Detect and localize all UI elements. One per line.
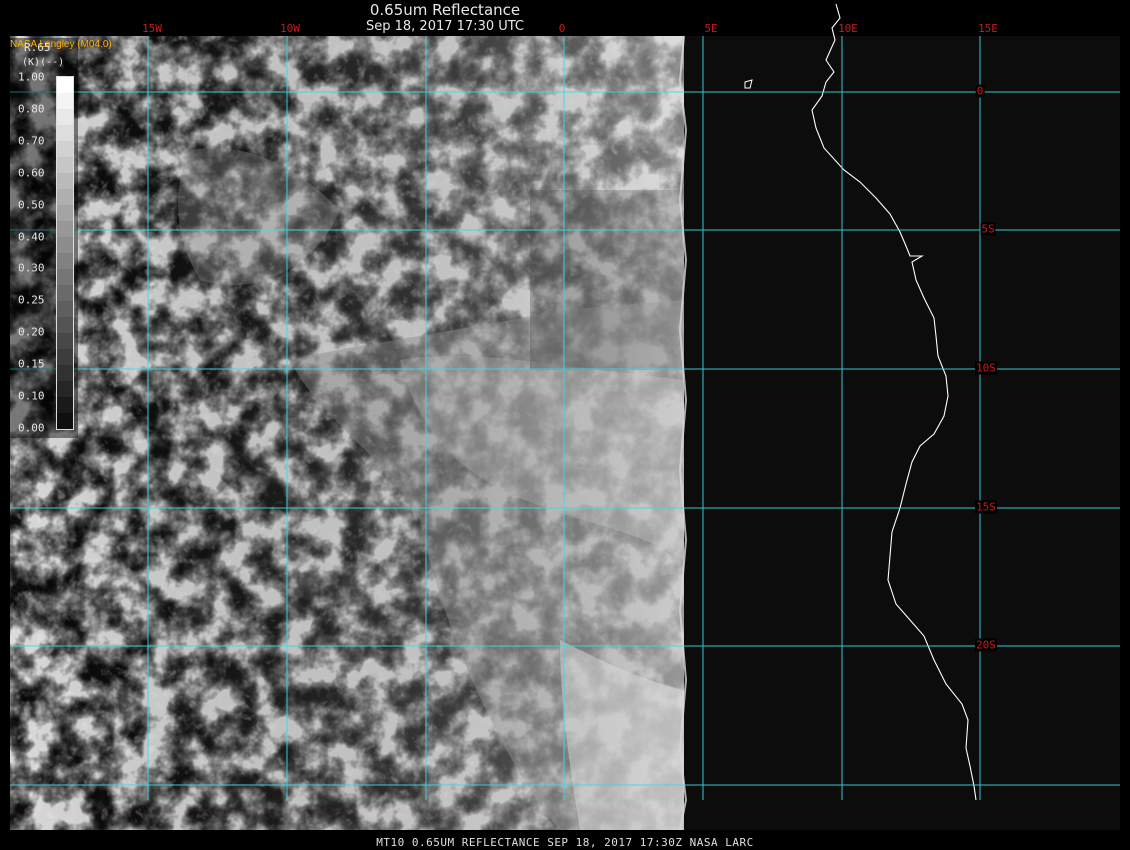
lon-label-10w: 10W [280, 22, 300, 35]
lat-label-20s: 20S [975, 638, 997, 652]
colorbar-swatch [57, 253, 73, 269]
lat-label-15s: 15S [975, 500, 997, 514]
colorbar-swatch [57, 285, 73, 301]
colorbar-swatch [57, 205, 73, 221]
colorbar-tick-label: 0.10 [18, 389, 45, 403]
colorbar-swatch [57, 413, 73, 429]
colorbar-tick-label: 0.70 [18, 134, 45, 148]
colorbar-swatch [57, 93, 73, 109]
map-title: 0.65um Reflectance [369, 1, 521, 19]
lat-label-10s: 10S [975, 361, 997, 375]
colorbar-tick-label: 0.00 [18, 421, 45, 435]
lon-label-15w: 15W [142, 22, 162, 35]
colorbar-tick-label: 0.30 [18, 261, 45, 275]
colorbar-swatch [57, 157, 73, 173]
lon-label-5e: 5E [704, 22, 718, 35]
colorbar-swatch [57, 381, 73, 397]
cloud-field [10, 36, 684, 830]
legend-unit-prefix: (K) [22, 57, 41, 68]
colorbar-swatch [57, 317, 73, 333]
colorbar-tick-label: 0.25 [18, 293, 45, 307]
colorbar-swatch [57, 125, 73, 141]
colorbar-swatch [57, 397, 73, 413]
legend-units: (K)(--) [22, 57, 64, 68]
lat-label-0: 0 [975, 84, 985, 98]
colorbar-swatch [57, 77, 73, 93]
colorbar-tick-label: 0.60 [18, 166, 45, 180]
satellite-map [10, 3, 1120, 831]
colorbar-swatch [57, 141, 73, 157]
colorbar-swatch [57, 173, 73, 189]
colorbar [56, 76, 74, 430]
colorbar-swatch [57, 269, 73, 285]
colorbar-swatch [57, 189, 73, 205]
colorbar-tick-label: 0.15 [18, 357, 45, 371]
legend-title: R.65 [24, 41, 51, 54]
colorbar-swatch [57, 221, 73, 237]
lon-label-0: 0 [558, 22, 566, 35]
colorbar-swatch [57, 109, 73, 125]
map-timestamp: Sep 18, 2017 17:30 UTC [365, 19, 525, 34]
footer-caption: MT10 0.65UM REFLECTANCE SEP 18, 2017 17:… [376, 836, 754, 849]
colorbar-tick-label: 0.20 [18, 325, 45, 339]
colorbar-swatch [57, 365, 73, 381]
lon-label-10e: 10E [838, 22, 858, 35]
colorbar-swatch [57, 333, 73, 349]
no-data-region [684, 36, 1120, 830]
lon-label-15e: 15E [978, 22, 998, 35]
colorbar-tick-label: 1.00 [18, 70, 45, 84]
colorbar-tick-label: 0.80 [18, 102, 45, 116]
colorbar-swatch [57, 237, 73, 253]
lat-label-5s: 5S [980, 222, 996, 236]
colorbar-swatch [57, 349, 73, 365]
legend-unit-text: (--) [40, 57, 65, 68]
colorbar-swatch [57, 301, 73, 317]
colorbar-tick-label: 0.50 [18, 198, 45, 212]
colorbar-tick-label: 0.40 [18, 230, 45, 244]
